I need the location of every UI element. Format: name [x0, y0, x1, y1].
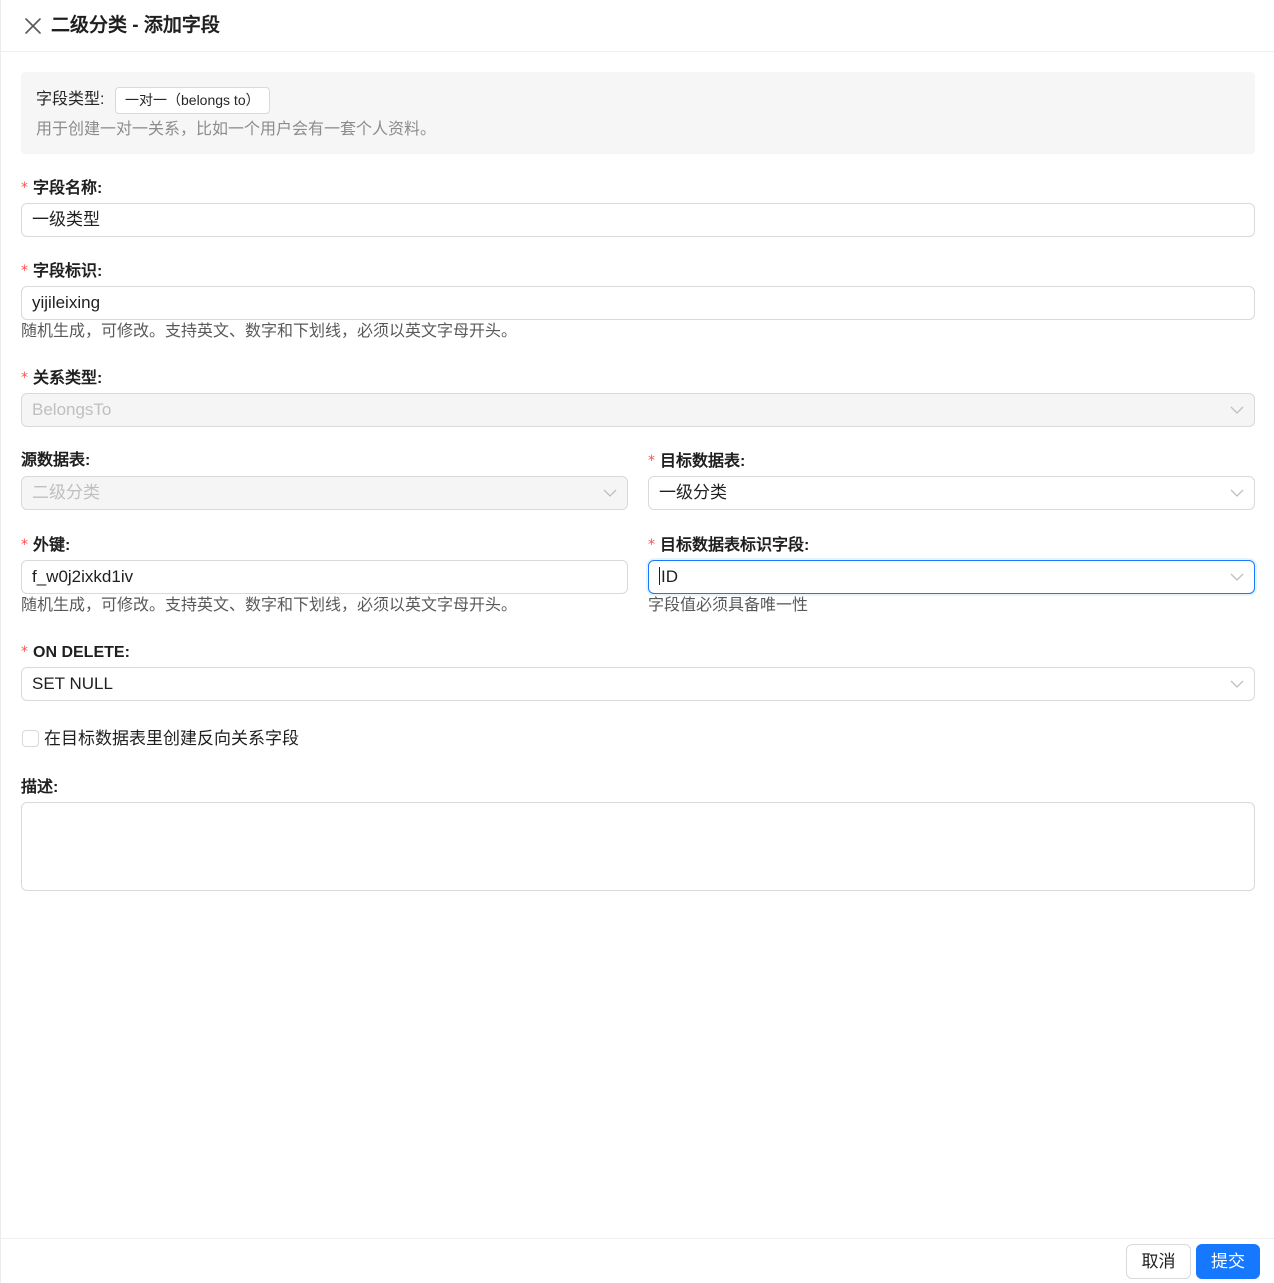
- on-delete-value: SET NULL: [32, 674, 113, 693]
- required-mark: *: [21, 644, 28, 660]
- foreign-key-label: * 外键:: [21, 537, 71, 554]
- relation-type-label: * 关系类型:: [21, 370, 103, 387]
- required-mark: *: [648, 537, 655, 553]
- close-icon[interactable]: [23, 16, 43, 36]
- description-textarea[interactable]: [21, 802, 1255, 891]
- on-delete-label: * ON DELETE:: [21, 644, 130, 661]
- on-delete-select[interactable]: SET NULL: [21, 667, 1255, 701]
- target-key-help: 字段值必须具备唯一性: [648, 597, 809, 614]
- foreign-key-input[interactable]: f_w0j2ixkd1iv: [21, 560, 628, 594]
- field-key-label: * 字段标识:: [21, 263, 103, 280]
- drawer-header: 二级分类 - 添加字段: [1, 0, 1274, 52]
- field-name-input[interactable]: 一级类型: [21, 203, 1255, 237]
- chevron-down-icon: [1230, 573, 1244, 581]
- source-table-label: 源数据表:: [21, 452, 91, 469]
- target-key-select[interactable]: ID: [648, 560, 1255, 594]
- source-table-value: 二级分类: [32, 483, 100, 502]
- target-table-select[interactable]: 一级分类: [648, 476, 1255, 510]
- target-table-label: * 目标数据表:: [648, 453, 746, 470]
- required-mark: *: [21, 537, 28, 553]
- field-key-input[interactable]: yijileixing: [21, 286, 1255, 320]
- drawer-footer: [1, 1238, 1274, 1283]
- chevron-down-icon: [603, 489, 617, 497]
- reverse-field-label[interactable]: 在目标数据表里创建反向关系字段: [44, 728, 299, 749]
- field-name-label: * 字段名称:: [21, 180, 103, 197]
- text-cursor: [659, 567, 660, 585]
- relation-type-value: BelongsTo: [32, 400, 112, 419]
- drawer: 二级分类 - 添加字段 字段类型: 一对一（belongs to） 用于创建一对…: [0, 0, 1274, 1283]
- chevron-down-icon: [1230, 680, 1244, 688]
- target-key-label: * 目标数据表标识字段:: [648, 537, 810, 554]
- required-mark: *: [21, 263, 28, 279]
- target-key-value: ID: [661, 567, 678, 586]
- field-type-label: 字段类型:: [36, 91, 105, 108]
- field-type-tag: 一对一（belongs to）: [115, 87, 270, 114]
- field-type-info: 字段类型: 一对一（belongs to） 用于创建一对一关系，比如一个用户会有…: [21, 72, 1255, 154]
- chevron-down-icon: [1230, 489, 1244, 497]
- relation-type-select[interactable]: BelongsTo: [21, 393, 1255, 427]
- field-key-help: 随机生成，可修改。支持英文、数字和下划线，必须以英文字母开头。: [21, 323, 518, 340]
- source-table-select[interactable]: 二级分类: [21, 476, 628, 510]
- required-mark: *: [21, 370, 28, 386]
- required-mark: *: [21, 180, 28, 196]
- description-label: 描述:: [21, 779, 59, 796]
- chevron-down-icon: [1230, 406, 1244, 414]
- foreign-key-help: 随机生成，可修改。支持英文、数字和下划线，必须以英文字母开头。: [21, 597, 518, 614]
- target-table-value: 一级分类: [659, 483, 727, 502]
- submit-button[interactable]: 提交: [1196, 1244, 1260, 1279]
- reverse-field-checkbox[interactable]: [22, 730, 39, 747]
- required-mark: *: [648, 453, 655, 469]
- page-title: 二级分类 - 添加字段: [51, 15, 220, 36]
- field-type-description: 用于创建一对一关系，比如一个用户会有一套个人资料。: [36, 121, 437, 138]
- cancel-button[interactable]: 取消: [1126, 1244, 1191, 1279]
